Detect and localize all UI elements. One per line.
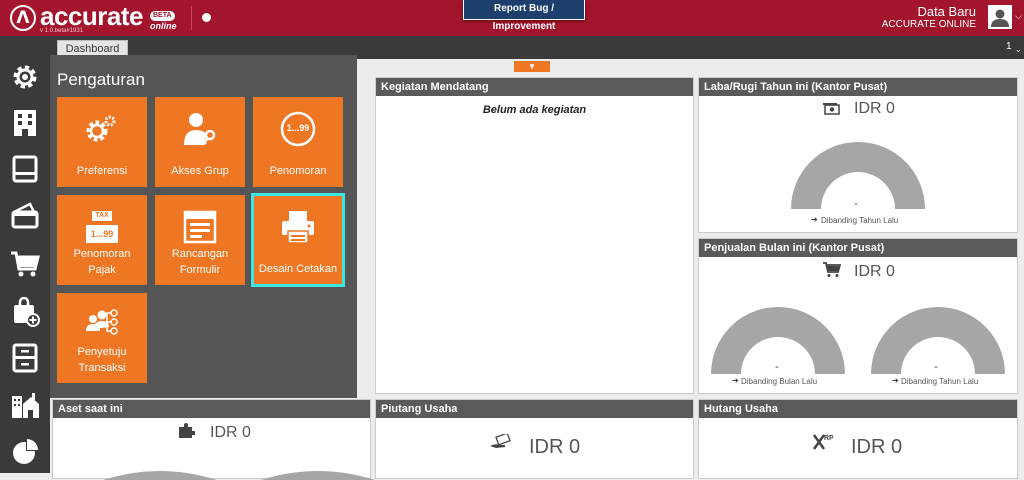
- chevron-down-icon[interactable]: ⌵: [1015, 11, 1022, 22]
- panel-title: Pengaturan: [57, 70, 145, 89]
- tile-label-line-2: Transaksi: [78, 362, 126, 374]
- payables-widget: Hutang Usaha RP IDR 0: [698, 399, 1018, 479]
- profit-widget: Laba/Rugi Tahun ini (Kantor Pusat) IDR 0…: [698, 77, 1018, 233]
- tile-label: Penomoran: [269, 165, 327, 177]
- top-bar: Λ accurate v 1.0.beta#1931 BETA online R…: [0, 0, 1024, 36]
- tile-penomoran-pajak[interactable]: TAX 1...99 Penomoran Pajak: [57, 195, 147, 285]
- tile-desain-cetakan[interactable]: Desain Cetakan: [251, 193, 345, 287]
- approver-icon: [84, 307, 120, 343]
- upcoming-widget: Kegiatan Mendatang Belum ada kegiatan: [375, 77, 694, 394]
- sales-year-gauge: [871, 307, 1005, 374]
- online-label: online: [150, 21, 177, 31]
- printer-icon: [280, 209, 316, 245]
- payables-value: IDR 0: [851, 436, 903, 458]
- tile-label: Penyetuju: [77, 346, 127, 358]
- header-divider: [191, 6, 192, 30]
- sales-widget: Penjualan Bulan ini (Kantor Pusat) IDR 0…: [698, 238, 1018, 394]
- tax-badge: TAX: [95, 212, 109, 219]
- widget-title: Aset saat ini: [53, 400, 370, 418]
- money-icon: [823, 102, 841, 116]
- cart-icon: [823, 262, 842, 278]
- sidebar: [0, 59, 50, 473]
- arrow-right-icon: ➔: [892, 376, 899, 385]
- profit-gauge-value: -: [854, 196, 858, 210]
- numbering-icon-text: 1...99: [286, 123, 310, 133]
- chevron-down-icon[interactable]: ⌄: [1015, 45, 1022, 54]
- logo-mark-icon: Λ: [10, 5, 36, 31]
- sales-month-gauge-value: -: [775, 359, 779, 373]
- widget-title: Kegiatan Mendatang: [376, 78, 693, 96]
- assets-gauge: [103, 471, 217, 480]
- settings-panel: Pengaturan Preferensi Akses Grup 1...99 …: [50, 55, 357, 398]
- ledger-icon[interactable]: [10, 154, 40, 184]
- sales-compare-month: Dibanding Bulan Lalu: [741, 377, 818, 386]
- version-label: v 1.0.beta#1931: [40, 28, 84, 34]
- gears-icon: [84, 111, 120, 147]
- bag-plus-icon[interactable]: [10, 296, 40, 327]
- widget-title: Penjualan Bulan ini (Kantor Pusat): [699, 239, 1017, 257]
- cart-icon[interactable]: [10, 249, 40, 279]
- profit-compare: Dibanding Tahun Lalu: [821, 216, 899, 225]
- company-subtitle: ACCURATE ONLINE: [881, 19, 976, 30]
- cabinet-icon[interactable]: [10, 343, 40, 373]
- assets-widget: Aset saat ini IDR 0: [52, 399, 375, 480]
- tax-numbering-text: 1...99: [90, 229, 114, 239]
- tile-penyetuju-transaksi[interactable]: Penyetuju Transaksi: [57, 293, 147, 383]
- receivables-value: IDR 0: [529, 436, 581, 458]
- tile-label: Preferensi: [76, 165, 128, 177]
- tile-label: Penomoran: [73, 248, 131, 260]
- arrow-right-icon: ➔: [811, 215, 818, 224]
- collapse-arrow-button[interactable]: ▼: [514, 61, 550, 72]
- user-avatar-icon[interactable]: [988, 5, 1012, 29]
- company-name[interactable]: Data Baru: [917, 5, 976, 19]
- pie-chart-icon[interactable]: [10, 437, 40, 467]
- beta-badge: BETA: [150, 11, 175, 21]
- tax-numbering-icon: TAX 1...99: [84, 209, 120, 245]
- profit-gauge: [791, 142, 925, 209]
- hand-money-icon: [490, 432, 512, 450]
- report-bug-button[interactable]: Report Bug / Improvement: [463, 0, 585, 32]
- numbering-icon: 1...99: [280, 111, 316, 147]
- logo-text: accurate: [40, 1, 143, 31]
- city-icon[interactable]: [10, 390, 40, 420]
- puzzle-icon: [178, 423, 196, 438]
- assets-gauge-2: [261, 471, 375, 480]
- tile-label: Rancangan: [171, 248, 229, 260]
- gear-icon[interactable]: [10, 62, 40, 92]
- sales-value: IDR 0: [854, 263, 895, 280]
- form-design-icon: [182, 209, 218, 245]
- profit-value: IDR 0: [854, 100, 895, 117]
- open-tab-count[interactable]: 1: [1006, 41, 1012, 52]
- tile-rancangan-formulir[interactable]: Rancangan Formulir: [155, 195, 245, 285]
- arrow-right-icon: ➔: [732, 376, 739, 385]
- wallet-icon[interactable]: [10, 200, 40, 230]
- assets-value: IDR 0: [210, 424, 251, 441]
- tile-label-line-2: Formulir: [179, 264, 221, 276]
- receivables-widget: Piutang Usaha IDR 0: [375, 399, 694, 479]
- sales-compare-year: Dibanding Tahun Lalu: [901, 377, 979, 386]
- svg-text:RP: RP: [824, 435, 833, 442]
- empty-message: Belum ada kegiatan: [482, 104, 587, 116]
- tile-label: Akses Grup: [171, 165, 229, 177]
- sales-year-gauge-value: -: [934, 359, 938, 373]
- user-key-icon: [182, 111, 218, 147]
- debt-icon: RP: [811, 432, 834, 452]
- tile-akses-grup[interactable]: Akses Grup: [155, 97, 245, 187]
- tile-label-line-2: Pajak: [88, 264, 116, 276]
- widget-title: Piutang Usaha: [376, 400, 693, 418]
- status-dot-icon[interactable]: [202, 13, 211, 22]
- building-icon[interactable]: [10, 108, 40, 138]
- widget-title: Laba/Rugi Tahun ini (Kantor Pusat): [699, 78, 1017, 96]
- tile-label: Desain Cetakan: [258, 263, 338, 275]
- tile-preferensi[interactable]: Preferensi: [57, 97, 147, 187]
- accurate-logo[interactable]: Λ accurate v 1.0.beta#1931 BETA online: [10, 2, 190, 34]
- tile-penomoran[interactable]: 1...99 Penomoran: [253, 97, 343, 187]
- widget-title: Hutang Usaha: [699, 400, 1017, 418]
